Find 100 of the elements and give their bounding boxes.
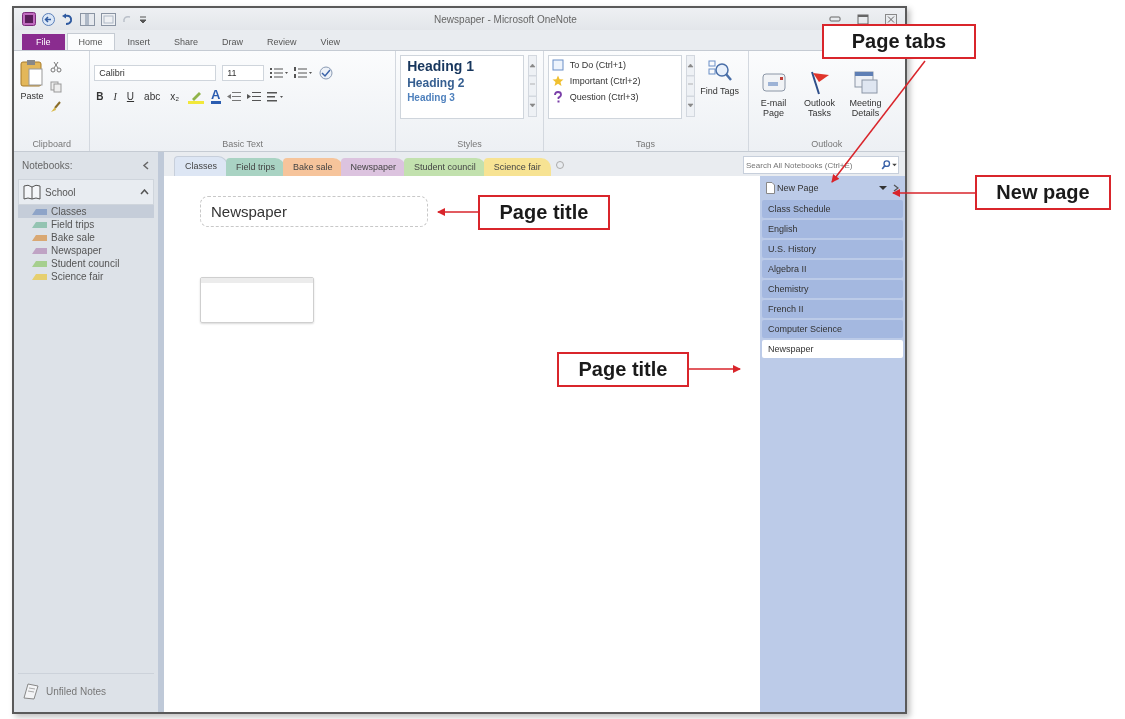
collapse-icon[interactable] (142, 161, 150, 170)
styles-gallery[interactable]: Heading 1 Heading 2 Heading 3 (400, 55, 525, 119)
magnifier-icon (707, 59, 732, 83)
ribbon-tab[interactable]: Review (256, 34, 308, 50)
section-icon (32, 259, 47, 268)
ribbon-tab[interactable]: View (309, 34, 351, 50)
ribbon-tab[interactable]: Draw (211, 34, 255, 50)
align-icon[interactable] (266, 90, 285, 103)
outlook-button[interactable]: E-mail Page (752, 67, 795, 139)
section-item[interactable]: Bake sale (18, 231, 154, 244)
page-tab[interactable]: U.S. History (762, 240, 903, 258)
notes-icon (22, 682, 42, 700)
full-page-icon[interactable] (101, 12, 116, 26)
page-tab[interactable]: Newspaper (762, 340, 903, 358)
group-label: Styles (456, 139, 483, 149)
style-option[interactable]: Heading 2 (407, 76, 518, 90)
group-label: Basic Text (221, 139, 265, 149)
format-button[interactable]: x₂ (168, 91, 182, 102)
question-icon (551, 91, 564, 103)
ribbon-tab[interactable]: Insert (116, 34, 162, 50)
page-icon (766, 182, 775, 194)
outdent-icon[interactable] (226, 90, 241, 103)
group-label: Outlook (810, 139, 844, 149)
section-tab[interactable]: Classes (174, 156, 228, 176)
onenote-logo-icon[interactable] (22, 12, 36, 26)
find-tags-button[interactable]: Find Tags (698, 55, 741, 139)
close-icon[interactable] (885, 13, 897, 25)
callout-label: Page tabs (822, 24, 976, 59)
page-tab[interactable]: Algebra II (762, 260, 903, 278)
gallery-scroll-icon[interactable] (528, 55, 538, 117)
font-color-button[interactable]: A (211, 89, 221, 104)
ribbon-tab[interactable]: Home (66, 33, 115, 50)
paste-button[interactable]: Paste (18, 55, 46, 139)
tags-gallery[interactable]: To Do (Ctrl+1) Important (Ctrl+2) Question (Ctrl+3) (547, 55, 682, 119)
page-tab[interactable]: Chemistry (762, 280, 903, 298)
format-button[interactable]: I (111, 91, 119, 102)
calendar-icon (852, 69, 879, 95)
clipboard-icon (20, 59, 44, 87)
section-item[interactable]: Classes (18, 205, 154, 218)
section-item[interactable]: Science fair (18, 270, 154, 283)
spelling-icon[interactable] (318, 66, 335, 80)
section-icon (32, 207, 47, 216)
arrow (687, 365, 741, 373)
section-icon (32, 220, 47, 229)
style-option[interactable]: Heading 1 (407, 58, 518, 74)
highlighter-icon[interactable] (187, 89, 206, 104)
minimize-icon[interactable] (829, 15, 841, 23)
section-tab[interactable]: Newspaper (340, 158, 407, 176)
numbering-icon[interactable] (294, 67, 313, 79)
page-title-field[interactable]: Newspaper (200, 196, 428, 227)
page-tab[interactable]: English (762, 220, 903, 238)
dock-icon[interactable] (80, 12, 95, 26)
scissors-icon[interactable] (50, 61, 62, 73)
callout-label: New page (975, 175, 1111, 210)
notebook-header[interactable]: School (18, 179, 154, 205)
page-tab[interactable]: Class Schedule (762, 200, 903, 218)
format-button[interactable]: B (94, 91, 106, 102)
section-tab[interactable]: Bake sale (283, 158, 343, 176)
section-item[interactable]: Student council (18, 257, 154, 270)
section-icon (32, 272, 47, 281)
back-icon[interactable] (42, 12, 55, 26)
expand-icon[interactable] (893, 184, 899, 192)
dropdown-icon[interactable] (879, 185, 887, 191)
indent-icon[interactable] (246, 90, 261, 103)
font-size-field[interactable]: 11 (222, 65, 265, 81)
brush-icon[interactable] (50, 101, 62, 113)
file-tab[interactable]: File (22, 34, 65, 50)
style-option[interactable]: Heading 3 (407, 92, 518, 103)
section-icon (32, 233, 47, 242)
chevron-up-icon[interactable] (140, 189, 149, 195)
section-icon (32, 246, 47, 255)
customize-icon[interactable] (139, 13, 147, 25)
new-page-button[interactable]: New Page (766, 182, 873, 194)
section-item[interactable]: Field trips (18, 218, 154, 231)
window-title: Newspaper - Microsoft OneNote (433, 13, 578, 25)
group-label: Clipboard (31, 139, 72, 149)
gallery-scroll-icon[interactable] (685, 55, 695, 117)
section-tab[interactable]: Field trips (226, 158, 286, 176)
outlook-button[interactable]: Outlook Tasks (798, 67, 841, 139)
format-button[interactable]: abc (142, 91, 163, 102)
page-tab[interactable]: Computer Science (762, 320, 903, 338)
tag-option[interactable]: Important (Ctrl+2) (569, 76, 641, 86)
ribbon-tab[interactable]: Share (163, 34, 210, 50)
tag-option[interactable]: To Do (Ctrl+1) (569, 60, 626, 70)
undo-icon[interactable] (61, 12, 74, 26)
font-field[interactable]: Calibri (94, 65, 217, 81)
outlook-button[interactable]: Meeting Details (844, 67, 887, 139)
unfiled-notes-button[interactable]: Unfiled Notes (18, 673, 154, 708)
tag-option[interactable]: Question (Ctrl+3) (569, 92, 639, 102)
bullets-icon[interactable] (270, 67, 289, 79)
maximize-icon[interactable] (857, 13, 869, 25)
callout-label: Page title (478, 195, 610, 230)
section-item[interactable]: Newspaper (18, 244, 154, 257)
checkbox-icon (551, 59, 564, 71)
callout-label: Page title (557, 352, 689, 387)
section-tab[interactable]: Science fair (483, 158, 551, 176)
format-button[interactable]: U (124, 91, 137, 102)
section-tab[interactable]: Student council (404, 158, 486, 176)
star-icon (551, 75, 564, 87)
page-tab[interactable]: French II (762, 300, 903, 318)
